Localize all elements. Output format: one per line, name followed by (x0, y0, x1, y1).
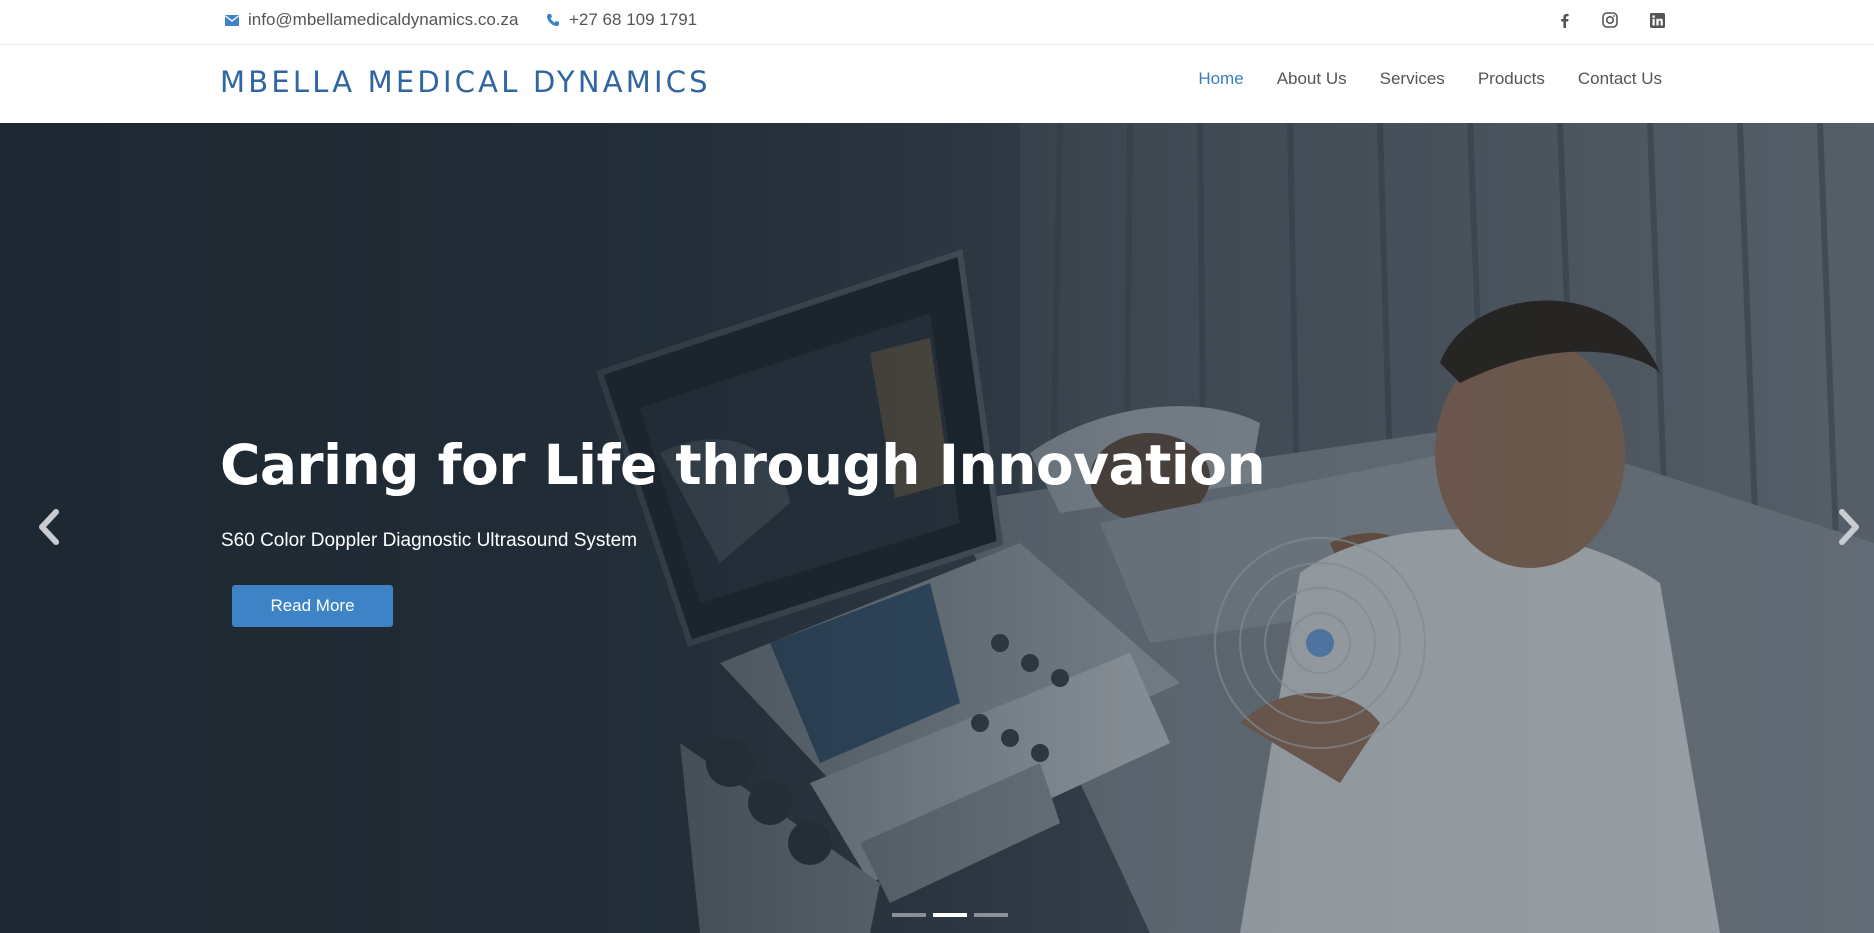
hero-background-image (0, 123, 1874, 933)
hero-slider: Caring for Life through Innovation S60 C… (0, 123, 1874, 933)
chevron-left-icon (36, 508, 60, 550)
nav-item-services[interactable]: Services (1380, 69, 1445, 89)
contact-phone-text[interactable]: +27 68 109 1791 (569, 10, 697, 30)
slider-pagination (892, 913, 1008, 917)
slider-prev-arrow[interactable] (28, 501, 68, 557)
top-contact-bar: info@mbellamedicaldynamics.co.za +27 68 … (0, 0, 1874, 45)
slider-dot-1[interactable] (892, 913, 926, 917)
contact-phone[interactable]: +27 68 109 1791 (545, 0, 697, 40)
nav-item-home[interactable]: Home (1198, 69, 1243, 89)
nav-item-about-us[interactable]: About Us (1277, 69, 1347, 89)
linkedin-icon[interactable] (1645, 8, 1669, 32)
facebook-icon[interactable] (1552, 8, 1576, 32)
phone-icon (545, 12, 561, 28)
hero-subtitle: S60 Color Doppler Diagnostic Ultrasound … (221, 530, 638, 551)
contact-email[interactable]: info@mbellamedicaldynamics.co.za (224, 0, 518, 40)
nav-item-products[interactable]: Products (1478, 69, 1545, 89)
read-more-button[interactable]: Read More (232, 585, 393, 627)
site-header: MBELLA MEDICAL DYNAMICS Home About Us Se… (0, 45, 1874, 123)
instagram-icon[interactable] (1598, 8, 1622, 32)
site-logo[interactable]: MBELLA MEDICAL DYNAMICS (220, 65, 711, 99)
main-nav: Home About Us Services Products Contact … (1198, 69, 1662, 89)
hero-title: Caring for Life through Innovation (220, 433, 1266, 497)
slider-dot-2[interactable] (933, 913, 967, 917)
chevron-right-icon (1838, 508, 1862, 550)
nav-item-contact-us[interactable]: Contact Us (1578, 69, 1662, 89)
slider-next-arrow[interactable] (1830, 501, 1870, 557)
slider-dot-3[interactable] (974, 913, 1008, 917)
envelope-icon (224, 12, 240, 28)
contact-email-text[interactable]: info@mbellamedicaldynamics.co.za (248, 10, 518, 30)
